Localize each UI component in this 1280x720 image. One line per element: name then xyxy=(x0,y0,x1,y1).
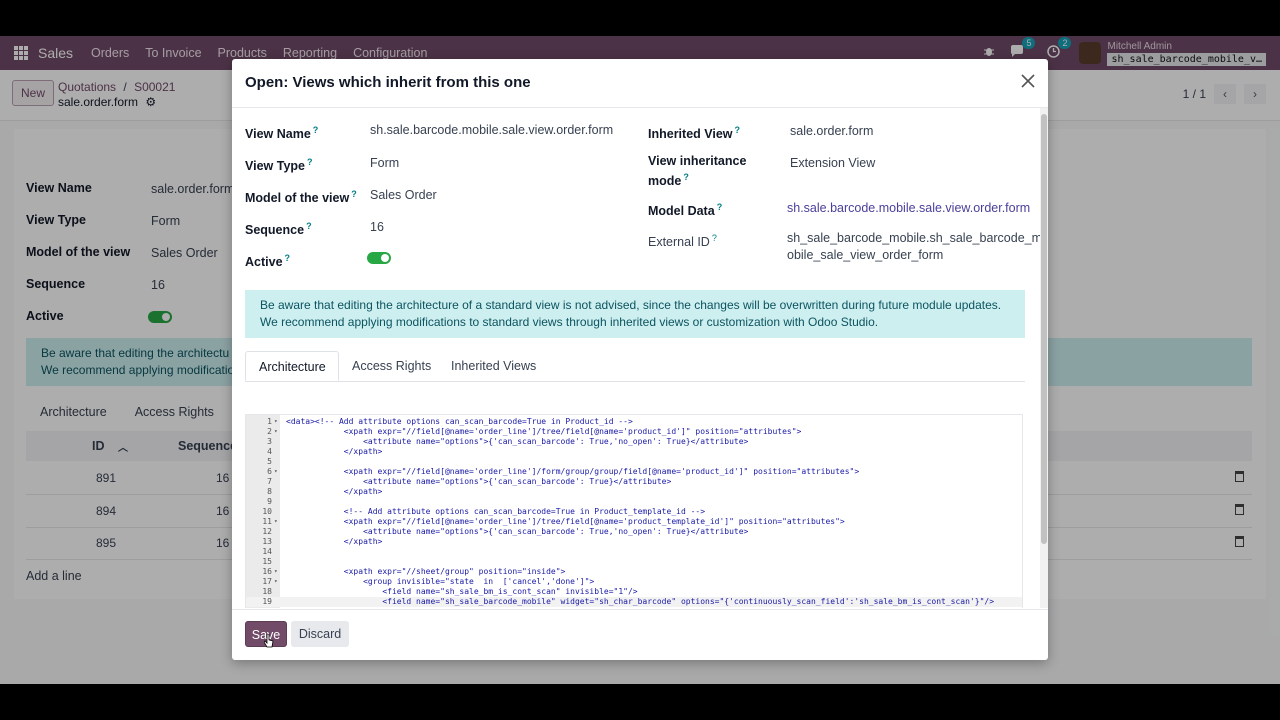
code-line[interactable]: 6 ▾ <xpath expr="//field[@name='order_lin… xyxy=(246,467,1022,477)
code-text: </xpath> xyxy=(286,537,383,546)
code-line[interactable]: 8 </xpath> xyxy=(246,487,1022,497)
label-active: Active? xyxy=(245,253,291,270)
code-text: <field name="sh_sale_barcode_mobile" wid… xyxy=(286,597,995,606)
code-line[interactable]: 11 ▾ <xpath expr="//field[@name='order_li… xyxy=(246,517,1022,527)
line-number: 20 xyxy=(246,607,272,608)
tab-architecture[interactable]: Architecture xyxy=(245,351,339,381)
warning-alert: Be aware that editing the architecture o… xyxy=(245,290,1025,338)
line-number: 18 xyxy=(262,587,272,596)
label-external-id: External ID? xyxy=(648,233,717,250)
code-line[interactable]: 17 ▾ <group invisible="state in ['cancel'… xyxy=(246,577,1022,587)
line-number: 3 xyxy=(267,437,272,446)
line-number: 6 xyxy=(267,467,272,476)
code-line[interactable]: 16 ▾ <xpath expr="//sheet/group" position… xyxy=(246,567,1022,577)
code-text: <xpath expr="//field[@name='order_line']… xyxy=(286,467,860,476)
code-text: <xpath expr="//sheet/group" position="in… xyxy=(286,567,566,576)
mouse-pointer-icon xyxy=(264,634,274,648)
dialog-body: View Name? sh.sale.barcode.mobile.sale.v… xyxy=(232,108,1040,608)
fold-arrow-icon[interactable]: ▾ xyxy=(274,517,278,527)
view-dialog: Open: Views which inherit from this one … xyxy=(232,59,1048,660)
code-text: <attribute name="options">{'can_scan_bar… xyxy=(286,477,672,486)
field-inheritance-mode[interactable]: Extension View xyxy=(790,155,875,172)
label-view-type: View Type? xyxy=(245,157,313,174)
line-number: 13 xyxy=(262,537,272,546)
line-number: 4 xyxy=(267,447,272,456)
field-external-id: sh_sale_barcode_mobile.sh_sale_barcode_m… xyxy=(787,231,1040,262)
app-frame: Sales Orders To Invoice Products Reporti… xyxy=(0,36,1280,684)
arch-code-editor[interactable]: 1 ▾ <data><!-- Add attribute options can_s… xyxy=(245,414,1023,608)
code-text: <attribute name="options">{'can_scan_bar… xyxy=(286,527,749,536)
dialog-footer: Save Discard xyxy=(232,609,1048,660)
line-number: 8 xyxy=(267,487,272,496)
fold-arrow-icon[interactable]: ▾ xyxy=(274,467,278,477)
code-line[interactable]: 4 </xpath> xyxy=(246,447,1022,457)
code-line[interactable]: 19 <field name="sh_sale_barcode_mobile" … xyxy=(246,597,1022,607)
code-text: </group> xyxy=(286,607,402,608)
line-number: 7 xyxy=(267,477,272,486)
code-line[interactable]: 18 <field name="sh_sale_bm_is_cont_scan"… xyxy=(246,587,1022,597)
label-view-name: View Name? xyxy=(245,125,319,142)
alert-line1: Be aware that editing the architecture o… xyxy=(260,298,1002,312)
code-line[interactable]: 10 <!-- Add attribute options can_scan_b… xyxy=(246,507,1022,517)
line-number: 19 xyxy=(262,597,272,606)
code-line[interactable]: 20 </group> xyxy=(246,607,1022,608)
code-line[interactable]: 2 ▾ <xpath expr="//field[@name='order_lin… xyxy=(246,427,1022,437)
field-inherited-view[interactable]: sale.order.form xyxy=(790,123,873,140)
dialog-title: Open: Views which inherit from this one xyxy=(245,74,531,91)
close-icon[interactable] xyxy=(1020,73,1036,89)
code-line[interactable]: 14 xyxy=(246,547,1022,557)
line-number: 15 xyxy=(262,557,272,566)
code-line[interactable]: 5 xyxy=(246,457,1022,467)
code-line[interactable]: 12 <attribute name="options">{'can_scan_… xyxy=(246,527,1022,537)
fold-arrow-icon[interactable]: ▾ xyxy=(274,567,278,577)
code-text: <field name="sh_sale_bm_is_cont_scan" in… xyxy=(286,587,638,596)
dialog-scrollbar[interactable] xyxy=(1040,108,1048,608)
field-model-data-link[interactable]: sh.sale.barcode.mobile.sale.view.order.f… xyxy=(787,200,1030,217)
code-text: </xpath> xyxy=(286,447,383,456)
line-number: 16 xyxy=(262,567,272,576)
line-number: 14 xyxy=(262,547,272,556)
code-line[interactable]: 7 <attribute name="options">{'can_scan_b… xyxy=(246,477,1022,487)
editor-scroll-down-icon[interactable] xyxy=(1016,415,1022,608)
tab-access-rights[interactable]: Access Rights xyxy=(339,351,444,381)
line-number: 10 xyxy=(262,507,272,516)
code-line[interactable]: 13 </xpath> xyxy=(246,537,1022,547)
code-line[interactable]: 9 xyxy=(246,497,1022,507)
dialog-header: Open: Views which inherit from this one xyxy=(232,59,1048,108)
code-text: <!-- Add attribute options can_scan_barc… xyxy=(286,507,706,516)
code-text: <xpath expr="//field[@name='order_line']… xyxy=(286,517,845,526)
dialog-tabs: Architecture Access Rights Inherited Vie… xyxy=(245,351,1025,382)
label-sequence: Sequence? xyxy=(245,221,312,238)
label-model-of-view: Model of the view? xyxy=(245,189,357,206)
discard-button[interactable]: Discard xyxy=(291,621,349,647)
line-number: 12 xyxy=(262,527,272,536)
fold-arrow-icon[interactable]: ▾ xyxy=(274,577,278,587)
alert-line2: We recommend applying modifications to s… xyxy=(260,315,879,329)
line-number: 5 xyxy=(267,457,272,466)
fold-arrow-icon[interactable]: ▾ xyxy=(274,427,278,437)
line-number: 9 xyxy=(267,497,272,506)
code-text: <data><!-- Add attribute options can_sca… xyxy=(286,417,633,426)
active-toggle[interactable] xyxy=(367,252,391,264)
line-number: 17 xyxy=(262,577,272,586)
field-view-name[interactable]: sh.sale.barcode.mobile.sale.view.order.f… xyxy=(370,122,613,139)
fold-arrow-icon[interactable]: ▾ xyxy=(274,417,278,427)
field-sequence[interactable]: 16 xyxy=(370,219,384,236)
line-number: 2 xyxy=(267,427,272,436)
label-model-data: Model Data? xyxy=(648,202,723,219)
label-inheritance-mode: View inheritance mode? xyxy=(648,154,747,189)
code-text: <attribute name="options">{'can_scan_bar… xyxy=(286,437,749,446)
line-number: 1 xyxy=(267,417,272,426)
field-model-of-view[interactable]: Sales Order xyxy=(370,187,437,204)
code-text: <group invisible="state in ['cancel','do… xyxy=(286,577,595,586)
tab-inherited-views[interactable]: Inherited Views xyxy=(438,351,549,381)
code-text: </xpath> xyxy=(286,487,383,496)
field-view-type[interactable]: Form xyxy=(370,155,399,172)
code-text: <xpath expr="//field[@name='order_line']… xyxy=(286,427,802,436)
label-inherited-view: Inherited View? xyxy=(648,125,741,142)
line-number: 11 xyxy=(262,517,272,526)
code-line[interactable]: 3 <attribute name="options">{'can_scan_b… xyxy=(246,437,1022,447)
code-line[interactable]: 15 xyxy=(246,557,1022,567)
code-line[interactable]: 1 ▾ <data><!-- Add attribute options can_s… xyxy=(246,417,1022,427)
